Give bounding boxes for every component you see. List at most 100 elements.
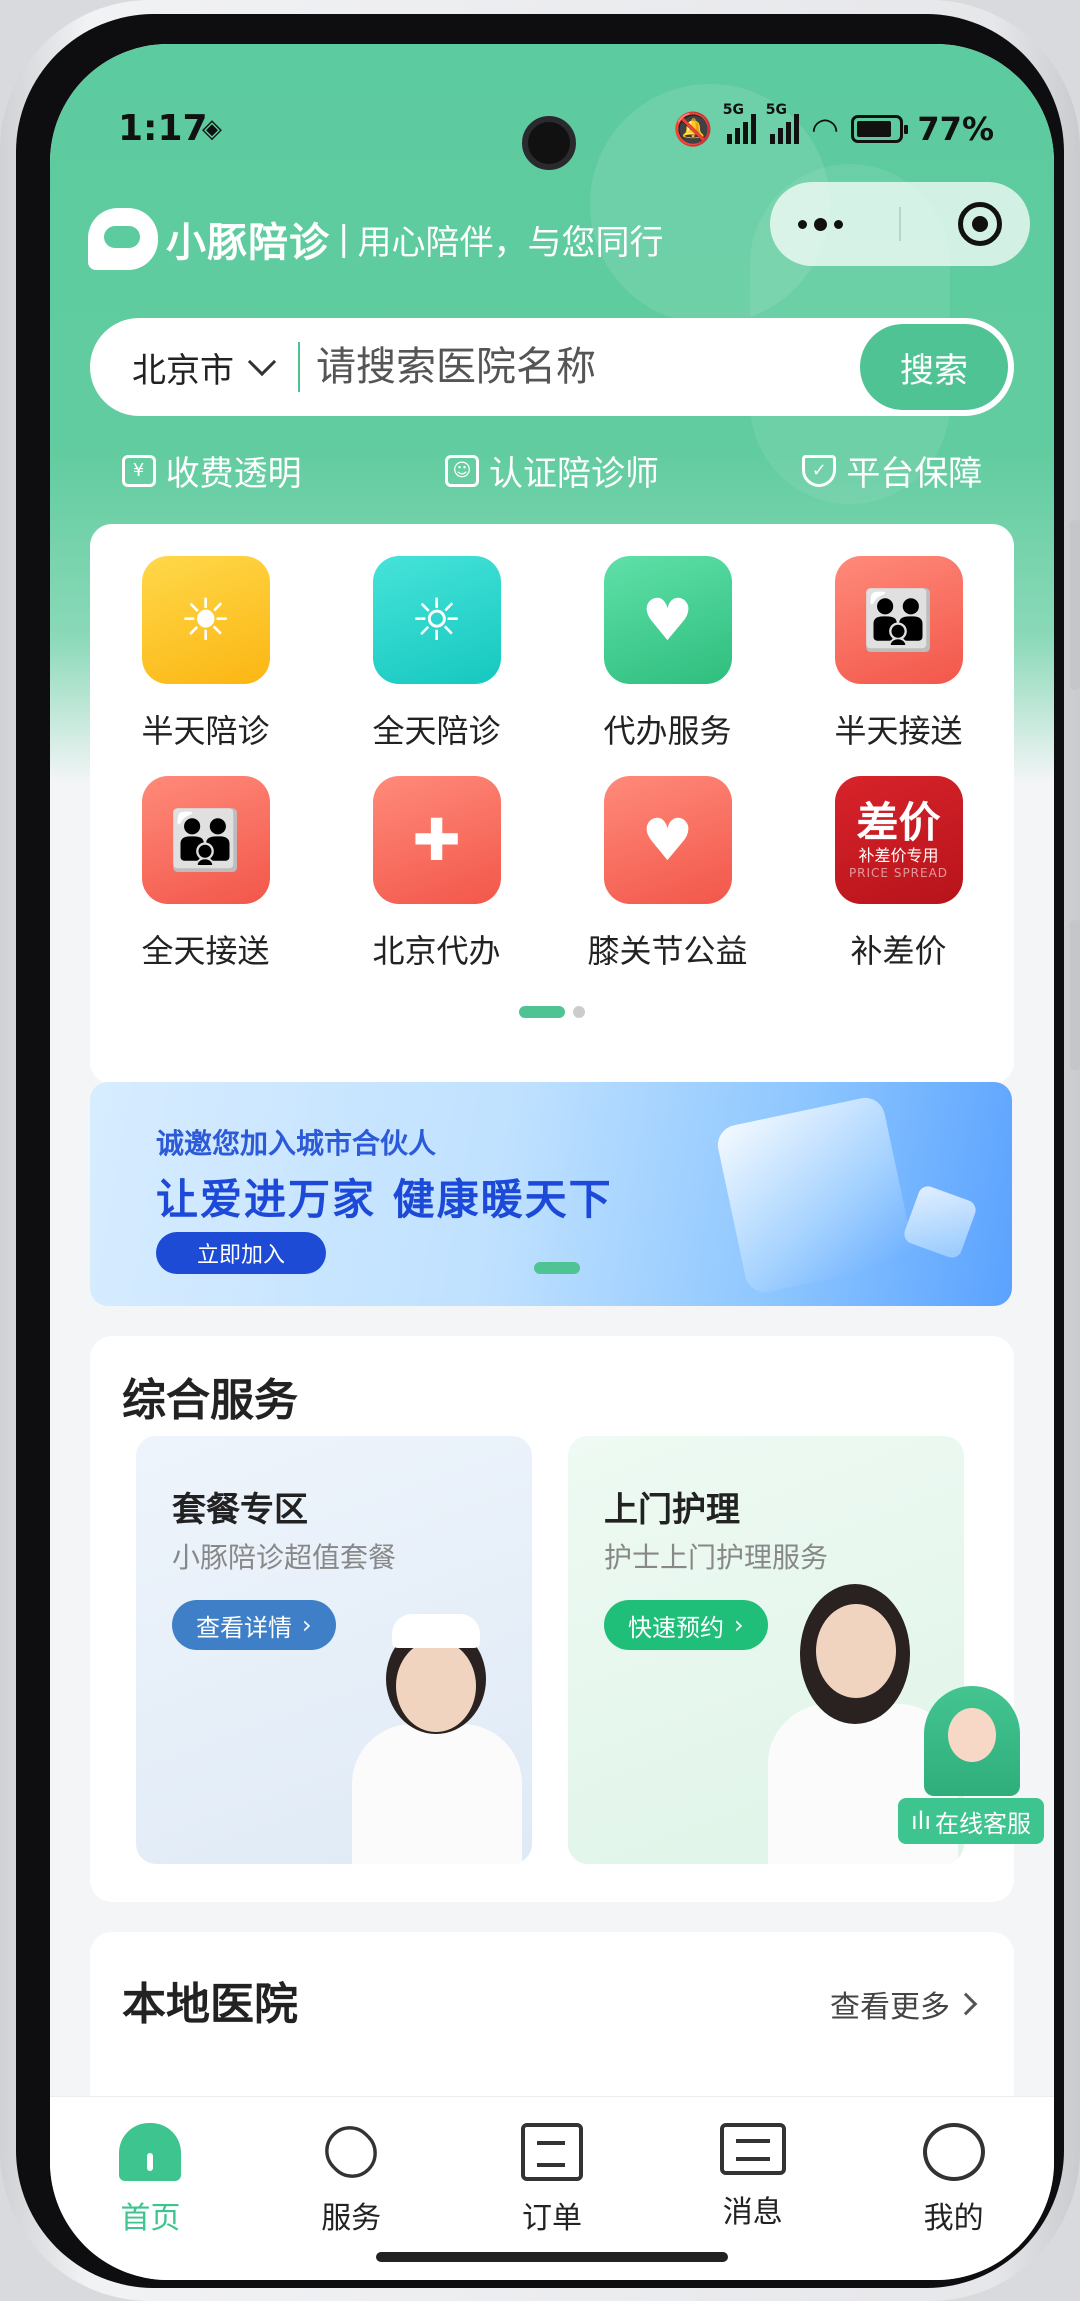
brand-slogan: 用心陪伴，与您同行 (357, 222, 664, 263)
grid-label: 半天陪诊 (141, 712, 270, 750)
section-title: 本地医院 (122, 1979, 298, 2030)
signal-icon: 5G (723, 102, 756, 144)
price-tile-big: 差价 (856, 798, 941, 847)
tab-home[interactable]: 首页 (70, 2123, 230, 2280)
grid-label: 补差价 (850, 932, 947, 970)
view-more-label: 查看更多 (830, 1990, 950, 2025)
miniprogram-capsule (770, 182, 1030, 266)
feature-platform-guarantee: ✓ 平台保障 (802, 446, 982, 495)
parent-child-icon: 👪 (141, 776, 270, 904)
hand-heart-icon: ♥ (603, 556, 732, 684)
grid-item-knee-charity[interactable]: ♥ 膝关节公益 (552, 776, 783, 972)
pager-dot-active (519, 1006, 565, 1018)
phone-frame: 1:17 ◈ 🔕 5G 5G ◠ 77% 小豚陪诊 | 用心陪伴，与您同行 北京… (0, 0, 1080, 2301)
tab-label: 订单 (521, 2201, 582, 2236)
pager-dot (573, 1006, 585, 1018)
grid-item-full-day-escort[interactable]: ☼ 全天陪诊 (321, 556, 552, 752)
tab-label: 服务 (321, 2201, 382, 2236)
city-selector[interactable]: 北京市 (132, 343, 277, 392)
support-avatar (924, 1686, 1020, 1796)
close-target-icon[interactable] (957, 202, 1002, 246)
handshake-heart-icon (315, 2115, 388, 2189)
feature-label: 平台保障 (846, 454, 983, 494)
cube-illustration (714, 1094, 916, 1296)
join-now-button[interactable]: 立即加入 (156, 1232, 326, 1274)
feature-certified-escort: ☺ 认证陪诊师 (444, 446, 659, 495)
status-bar: 1:17 ◈ 🔕 5G 5G ◠ 77% (50, 84, 1054, 170)
home-icon (119, 2123, 182, 2181)
banner-pager-dot (534, 1262, 580, 1274)
nurse-illustration (332, 1594, 532, 1864)
grid-item-full-day-transfer[interactable]: 👪 全天接送 (90, 776, 321, 972)
wifi-icon: ◠ (812, 110, 838, 148)
support-label: 在线客服 (935, 1809, 1031, 1838)
more-dots-icon[interactable] (798, 217, 844, 231)
status-right: 🔕 5G 5G ◠ 77% (673, 102, 994, 148)
chevron-right-icon: › (302, 1611, 312, 1639)
half-sun-heart-icon: ☀ (141, 556, 270, 684)
tab-label: 我的 (923, 2201, 984, 2236)
signal-2-label: 5G (765, 102, 788, 118)
brand-bar: 小豚陪诊 | 用心陪伴，与您同行 (88, 204, 663, 274)
shield-check-icon: ✓ (802, 454, 837, 487)
parent-child-icon: 👪 (834, 556, 963, 684)
grid-pager (90, 1006, 1014, 1018)
button-label: 快速预约 (628, 1613, 724, 1642)
card-title: 上门护理 (604, 1490, 740, 1530)
view-more-link[interactable]: 查看更多 (830, 1982, 978, 2026)
tab-profile[interactable]: 我的 (874, 2123, 1034, 2280)
cube-illustration (901, 1183, 979, 1261)
brand-separator: | (338, 219, 350, 259)
yuan-receipt-icon: ¥ (121, 454, 156, 487)
grid-item-beijing-proxy[interactable]: ✚ 北京代办 (321, 776, 552, 972)
price-tile-small: 补差价专用 (858, 846, 939, 865)
grid-item-half-day-transfer[interactable]: 👪 半天接送 (783, 556, 1014, 752)
capsule-divider (899, 207, 902, 241)
comprehensive-services-card: 综合服务 套餐专区 小豚陪诊超值套餐 查看详情 › 上门护理 护士上门护理服务 … (90, 1336, 1014, 1902)
profile-icon (922, 2123, 985, 2181)
screen: 1:17 ◈ 🔕 5G 5G ◠ 77% 小豚陪诊 | 用心陪伴，与您同行 北京… (50, 44, 1054, 2280)
banner-line1: 诚邀您加入城市合伙人 (156, 1127, 437, 1160)
search-bar: 北京市 搜索 (90, 318, 1014, 416)
feature-strip: ¥ 收费透明 ☺ 认证陪诊师 ✓ 平台保障 (50, 446, 1054, 495)
search-input[interactable] (316, 344, 856, 390)
grid-item-proxy-service[interactable]: ♥ 代办服务 (552, 556, 783, 752)
battery-icon (851, 115, 909, 143)
package-zone-card[interactable]: 套餐专区 小豚陪诊超值套餐 查看详情 › (136, 1436, 532, 1864)
support-tag: ılı 在线客服 (898, 1798, 1044, 1844)
power-button (1070, 920, 1080, 1070)
price-spread-tile: 差价 补差价专用 PRICE SPREAD (834, 776, 963, 904)
grid-label: 全天接送 (141, 932, 270, 970)
grid-label: 半天接送 (834, 712, 963, 750)
price-tile-english: PRICE SPREAD (848, 866, 949, 880)
grid-item-half-day-escort[interactable]: ☀ 半天陪诊 (90, 556, 321, 752)
online-support-float[interactable]: ılı 在线客服 (898, 1686, 1044, 1856)
signal-icon: 5G (766, 102, 799, 144)
chevron-down-icon (247, 347, 277, 377)
brand-name: 小豚陪诊 (166, 220, 330, 266)
layers-icon: ◈ (202, 114, 222, 144)
view-details-button[interactable]: 查看详情 › (172, 1600, 336, 1650)
service-grid: ☀ 半天陪诊 ☼ 全天陪诊 ♥ 代办服务 👪 半天接送 👪 全天接送 ✚ 北京代… (90, 524, 1014, 972)
grid-label: 膝关节公益 (587, 932, 748, 970)
city-label: 北京市 (132, 350, 234, 391)
grid-label: 代办服务 (603, 712, 732, 750)
feature-label: 认证陪诊师 (488, 454, 659, 494)
volume-button (1070, 520, 1080, 690)
sound-wave-icon: ılı (910, 1807, 931, 1835)
partner-banner[interactable]: 诚邀您加入城市合伙人 让爱进万家 健康暖天下 立即加入 (90, 1082, 1012, 1306)
feature-label: 收费透明 (165, 454, 302, 494)
search-divider (298, 342, 300, 392)
user-plus-icon: ✚ (372, 776, 501, 904)
card-subtitle: 小豚陪诊超值套餐 (172, 1541, 397, 1574)
home-indicator (376, 2252, 728, 2262)
button-label: 查看详情 (196, 1613, 292, 1642)
search-button[interactable]: 搜索 (860, 324, 1008, 410)
service-grid-card: ☀ 半天陪诊 ☼ 全天陪诊 ♥ 代办服务 👪 半天接送 👪 全天接送 ✚ 北京代… (90, 524, 1014, 1084)
signal-1-label: 5G (722, 102, 745, 118)
banner-line2: 让爱进万家 健康暖天下 (156, 1175, 613, 1224)
section-title: 综合服务 (122, 1375, 298, 1426)
status-time: 1:17 (118, 108, 208, 149)
grid-item-price-difference[interactable]: 差价 补差价专用 PRICE SPREAD 补差价 (783, 776, 1014, 972)
tab-label: 首页 (120, 2201, 181, 2236)
